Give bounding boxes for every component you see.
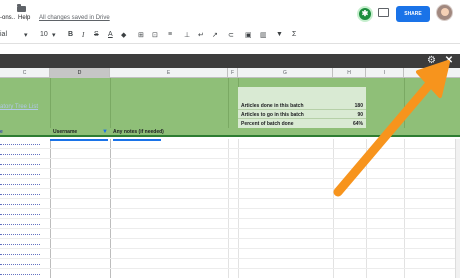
filter-icon[interactable]: ▼ — [102, 129, 108, 135]
text-color-button[interactable]: A — [108, 31, 113, 38]
selected-cell-border — [113, 139, 161, 141]
save-status[interactable]: All changes saved in Drive — [39, 15, 110, 21]
gear-icon[interactable]: ⚙ — [427, 56, 437, 66]
close-icon[interactable]: ✕ — [443, 55, 455, 67]
vertical-scrollbar[interactable] — [455, 139, 460, 278]
selected-cell-border — [50, 139, 108, 141]
column-header-g[interactable]: G — [238, 68, 333, 78]
header-cell-notes[interactable]: Any notes (if needed) — [113, 129, 164, 135]
column-header-f[interactable]: F — [228, 68, 238, 78]
column-header-h[interactable]: H — [333, 68, 366, 78]
link-cell[interactable] — [0, 252, 40, 255]
grid-row-line — [0, 218, 460, 219]
column-header-row: C D E F G H I — [0, 68, 460, 78]
link-cell[interactable] — [0, 162, 40, 165]
link-cell[interactable] — [0, 212, 40, 215]
formatting-toolbar: ial ▾ 10 ▾ B I S A ◆ ⊞ ⊡ ≡ ⊥ ↵ ↗ ⊂ ▣ ▥ ▼… — [0, 28, 460, 44]
bold-button[interactable]: B — [68, 31, 73, 38]
fill-color-icon[interactable]: ◆ — [121, 31, 126, 39]
italic-button[interactable]: I — [82, 31, 84, 39]
toolbar-gap — [0, 44, 460, 54]
borders-icon[interactable]: ⊞ — [138, 31, 144, 39]
banner-gridline — [404, 78, 405, 128]
grid-row-line — [0, 258, 460, 259]
strikethrough-button[interactable]: S — [94, 31, 99, 38]
link-cell[interactable] — [0, 192, 40, 195]
grid-row-line — [0, 168, 460, 169]
stat-value: 180 — [354, 103, 363, 109]
link-cell[interactable] — [0, 202, 40, 205]
insert-link-icon[interactable]: ⊂ — [228, 31, 234, 39]
table-header-row: e Username ▼ Any notes (if needed) — [0, 128, 460, 137]
link-cell[interactable] — [0, 222, 40, 225]
grid-row-line — [0, 148, 460, 149]
banner-title-link[interactable]: atory Tree List — [0, 104, 38, 110]
stat-row[interactable]: Articles to go in this batch 90 — [238, 110, 366, 119]
font-dropdown-icon[interactable]: ▾ — [24, 31, 28, 39]
column-header-e[interactable]: E — [110, 68, 228, 78]
stat-value: 90 — [357, 112, 363, 118]
menu-help[interactable]: Help — [18, 15, 30, 21]
header-cell-username[interactable]: Username — [53, 129, 77, 135]
header-cell-c[interactable]: e — [0, 129, 3, 135]
stat-row[interactable]: Percent of batch done 64% — [238, 119, 366, 128]
insert-comment-icon[interactable]: ▣ — [245, 31, 252, 39]
link-cell[interactable] — [0, 242, 40, 245]
link-cell[interactable] — [0, 142, 40, 145]
grid-row-line — [0, 158, 460, 159]
text-rotate-icon[interactable]: ↗ — [212, 31, 218, 39]
column-header-blank[interactable] — [404, 68, 460, 78]
grid-row-line — [0, 198, 460, 199]
sidebar-header-bar: ⚙ ✕ — [0, 54, 460, 68]
link-cell[interactable] — [0, 172, 40, 175]
share-label: SHARE — [404, 11, 422, 17]
stat-row[interactable]: Articles done in this batch 180 — [238, 101, 366, 110]
stat-label: Articles to go in this batch — [241, 112, 304, 118]
column-header-d[interactable]: D — [50, 68, 110, 78]
insert-chart-icon[interactable]: ▥ — [260, 31, 267, 39]
folder-icon[interactable] — [17, 4, 26, 12]
text-wrap-icon[interactable]: ↵ — [198, 31, 204, 39]
sheet-grid[interactable] — [0, 139, 460, 278]
vertical-align-icon[interactable]: ⊥ — [184, 31, 190, 39]
avatar[interactable] — [436, 4, 453, 21]
grid-row-line — [0, 238, 460, 239]
link-cell[interactable] — [0, 182, 40, 185]
addon-icon[interactable]: ✱ — [357, 6, 373, 22]
header-banner: atory Tree List — [0, 78, 460, 128]
grid-row-line — [0, 228, 460, 229]
banner-gridline — [50, 78, 51, 128]
grid-row-line — [0, 268, 460, 269]
stat-label: Percent of batch done — [241, 121, 294, 127]
link-cell[interactable] — [0, 232, 40, 235]
grid-row-line — [0, 248, 460, 249]
stat-label: Articles done in this batch — [241, 103, 304, 109]
filter-icon[interactable]: ▼ — [276, 31, 283, 38]
font-family-select[interactable]: ial — [0, 31, 7, 38]
horizontal-align-icon[interactable]: ≡ — [168, 31, 172, 38]
link-cell[interactable] — [0, 152, 40, 155]
link-cell[interactable] — [0, 262, 40, 265]
column-header-c[interactable]: C — [0, 68, 50, 78]
menu-addons[interactable]: -ons.. — [0, 15, 15, 21]
banner-gridline — [228, 78, 229, 128]
comment-icon[interactable] — [378, 8, 389, 17]
banner-gridline — [110, 78, 111, 128]
column-header-i[interactable]: I — [366, 68, 404, 78]
share-button[interactable]: SHARE — [396, 6, 430, 22]
size-dropdown-icon[interactable]: ▾ — [52, 31, 56, 39]
link-cell[interactable] — [0, 272, 40, 275]
grid-row-line — [0, 208, 460, 209]
grid-row-line — [0, 178, 460, 179]
merge-cells-icon[interactable]: ⊡ — [152, 31, 158, 39]
batch-stats: Articles done in this batch 180 Articles… — [238, 87, 366, 130]
grid-row-line — [0, 188, 460, 189]
top-menu-bar: -ons.. Help All changes saved in Drive ✱… — [0, 0, 460, 28]
font-size-select[interactable]: 10 — [40, 31, 48, 38]
functions-icon[interactable]: Σ — [292, 31, 296, 38]
stat-value: 64% — [352, 121, 363, 127]
